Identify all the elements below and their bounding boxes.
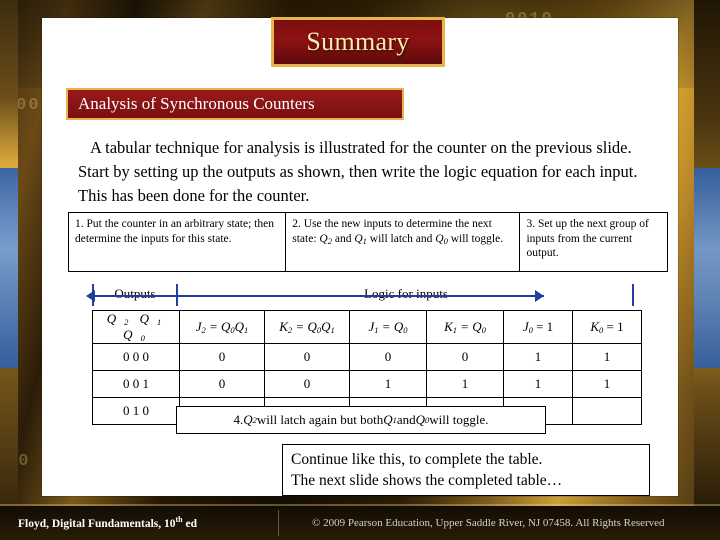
hdr-q0: Q bbox=[123, 327, 133, 343]
hdr-k1-q0sub: 0 bbox=[481, 325, 486, 336]
slide: 0010 100 00 Summary Analysis of Synchron… bbox=[0, 0, 720, 540]
step-1-box: 1. Put the counter in an arbitrary state… bbox=[69, 213, 287, 271]
footer-citation: Floyd, Digital Fundamentals, 10th ed bbox=[18, 515, 197, 530]
logic-arrow-right-head bbox=[535, 290, 544, 302]
right-blue-band bbox=[694, 168, 720, 368]
hdr-q1: Q bbox=[136, 311, 150, 326]
callout4-d: will toggle. bbox=[429, 412, 489, 427]
step-2-box: 2. Use the new inputs to determine the n… bbox=[286, 213, 521, 271]
col-header-j0: J0 = 1 bbox=[503, 309, 573, 345]
hdr-k0-eq: = 1 bbox=[603, 319, 624, 335]
table-header-row: Q2 Q1 Q0 J2 = Q0Q1 K2 = Q0Q1 J1 = Q0 K1 … bbox=[92, 309, 642, 345]
footer-separator bbox=[278, 510, 279, 536]
step-2-text-b: and bbox=[331, 232, 355, 245]
cell-j0: 1 bbox=[503, 370, 573, 399]
hdr-j1-q0sub: 0 bbox=[403, 325, 408, 336]
step-2-q1: Q bbox=[354, 232, 363, 245]
footer-citation-main: Floyd, Digital Fundamentals, 10 bbox=[18, 518, 176, 530]
hdr-k2-q1sub: 1 bbox=[330, 325, 335, 336]
body-paragraph: A tabular technique for analysis is illu… bbox=[78, 138, 638, 205]
cell-j2: 0 bbox=[179, 343, 265, 372]
cell-j2: 0 bbox=[179, 370, 265, 399]
hdr-j1-q0: = Q bbox=[378, 319, 404, 335]
cell-k2: 0 bbox=[264, 370, 350, 399]
hdr-j0-eq: = 1 bbox=[532, 319, 554, 335]
hdr-k1-q0: = Q bbox=[457, 319, 482, 335]
cell-outputs: 0 1 0 bbox=[92, 397, 180, 426]
logic-arrow-right-cap bbox=[632, 284, 634, 306]
step-2-q2: Q bbox=[319, 232, 328, 245]
cell-k1: 0 bbox=[426, 343, 504, 372]
callout4-q2: Q bbox=[243, 412, 253, 427]
table-row: 0 0 0 0 0 0 0 1 1 bbox=[92, 343, 642, 372]
logic-arrow-left-head bbox=[86, 290, 95, 302]
continue-callout: Continue like this, to complete the tabl… bbox=[282, 444, 650, 496]
footer-copyright: © 2009 Pearson Education, Upper Saddle R… bbox=[312, 517, 665, 529]
hdr-k2-k: K bbox=[279, 319, 288, 335]
steps-row: 1. Put the counter in an arbitrary state… bbox=[68, 212, 668, 272]
callout4-b: will latch again but both bbox=[256, 412, 384, 427]
cell-k2: 0 bbox=[264, 343, 350, 372]
col-header-outputs: Q2 Q1 Q0 bbox=[92, 309, 180, 345]
section-banner: Analysis of Synchronous Counters bbox=[66, 88, 404, 120]
col-header-k2: K2 = Q0Q1 bbox=[264, 309, 350, 345]
cell-j1: 0 bbox=[349, 343, 427, 372]
col-header-k0: K0 = 1 bbox=[572, 309, 642, 345]
cell-outputs: 0 0 0 bbox=[92, 343, 180, 372]
callout4-c: and bbox=[396, 412, 416, 427]
section-title: Analysis of Synchronous Counters bbox=[78, 94, 315, 113]
hdr-k1-k: K bbox=[444, 319, 453, 335]
slide-title-box: Summary bbox=[271, 17, 445, 67]
continue-line-1: Continue like this, to complete the tabl… bbox=[291, 451, 543, 468]
cell-outputs: 0 0 1 bbox=[92, 370, 180, 399]
continue-line-2: The next slide shows the completed table… bbox=[291, 472, 563, 489]
step-3-box: 3. Set up the next group of inputs from … bbox=[526, 218, 649, 259]
slide-title: Summary bbox=[306, 27, 410, 56]
cell-k1: 1 bbox=[426, 370, 504, 399]
hdr-k0-k: K bbox=[590, 319, 600, 335]
col-header-j1: J1 = Q0 bbox=[349, 309, 427, 345]
hdr-q2-sub: 2 bbox=[124, 317, 129, 328]
cell-k0 bbox=[572, 397, 642, 426]
cell-j0: 1 bbox=[503, 343, 573, 372]
hdr-k2-q0: = Q bbox=[292, 319, 317, 335]
callout4-q0: Q bbox=[415, 412, 426, 427]
col-header-j2: J2 = Q0Q1 bbox=[179, 309, 265, 345]
footer-citation-tail: ed bbox=[182, 518, 198, 530]
step-2-text-d: will toggle. bbox=[447, 232, 504, 245]
hdr-j2-q1sub: 1 bbox=[244, 325, 249, 336]
cell-j1: 1 bbox=[349, 370, 427, 399]
callout4-a: 4. bbox=[233, 412, 244, 427]
hdr-j2-q0: = Q bbox=[205, 319, 231, 335]
col-header-k1: K1 = Q0 bbox=[426, 309, 504, 345]
step-4-callout: 4. Q2 will latch again but both Q1 and Q… bbox=[176, 406, 546, 434]
table-row: 0 0 1 0 0 1 1 1 1 bbox=[92, 370, 642, 399]
hdr-j2-q1: Q bbox=[234, 319, 245, 335]
step-2-q0: Q bbox=[435, 232, 444, 245]
cell-k0: 1 bbox=[572, 370, 642, 399]
footer-citation-sup: th bbox=[175, 515, 183, 525]
left-blue-band bbox=[0, 168, 18, 368]
step-2-text-c: will latch and bbox=[366, 232, 436, 245]
hdr-q2: Q bbox=[106, 311, 117, 326]
logic-arrow-line bbox=[92, 295, 544, 297]
callout4-q1: Q bbox=[383, 412, 393, 427]
hdr-q0-sub: 0 bbox=[140, 333, 145, 344]
cell-k0: 1 bbox=[572, 343, 642, 372]
hdr-q1-sub: 1 bbox=[157, 317, 162, 328]
